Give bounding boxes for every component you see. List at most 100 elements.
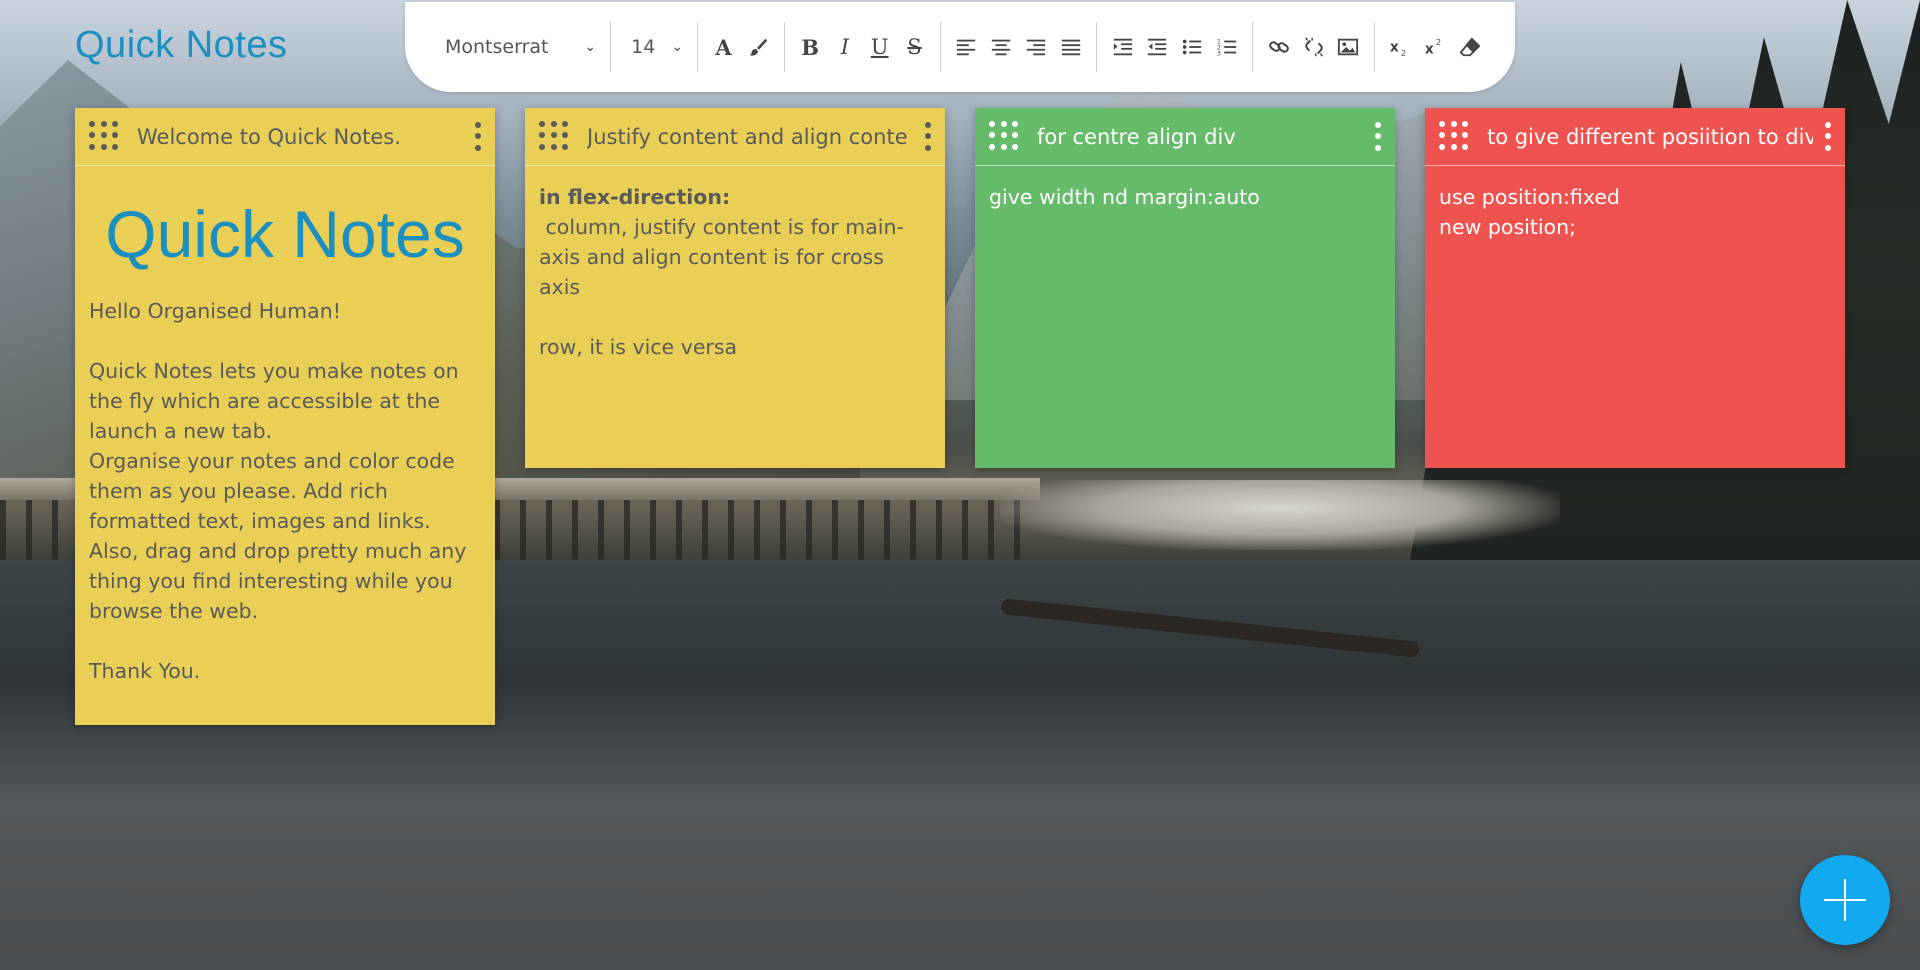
note-title[interactable]: for centre align div [1037, 125, 1363, 149]
align-right-icon [1026, 39, 1046, 56]
align-center-button[interactable] [986, 27, 1017, 67]
more-options-icon[interactable] [469, 120, 487, 154]
image-icon [1338, 38, 1359, 56]
text-color-button[interactable]: A [708, 27, 739, 67]
bullet-list-icon [1182, 39, 1202, 55]
note-body[interactable]: Quick Notes Hello Organised Human! Quick… [75, 166, 495, 700]
toolbar-divider [1373, 22, 1375, 72]
svg-text:2: 2 [1436, 37, 1441, 47]
strikethrough-icon: S [907, 35, 922, 59]
svg-text:x: x [1425, 41, 1434, 57]
note-card-flexbox[interactable]: Justify content and align conte in flex-… [525, 108, 945, 468]
numbered-list-button[interactable]: 123 [1212, 27, 1243, 67]
drag-handle-icon[interactable] [539, 120, 571, 153]
font-family-select[interactable]: Montserrat ⌄ [433, 25, 602, 69]
insert-image-button[interactable] [1333, 27, 1364, 67]
bg-rocks [1000, 480, 1560, 550]
note-title[interactable]: Justify content and align conte [587, 125, 913, 149]
note-paragraph: Also, drag and drop pretty much any thin… [89, 539, 467, 623]
app-title: Quick Notes [75, 24, 288, 66]
chevron-down-icon: ⌄ [671, 39, 684, 55]
superscript-icon: x2 [1425, 37, 1441, 57]
note-line: in flex-direction: [539, 185, 731, 209]
more-options-icon[interactable] [1819, 120, 1837, 154]
toolbar-divider [610, 22, 612, 72]
note-greeting: Hello Organised Human! [89, 299, 341, 323]
italic-button[interactable]: I [829, 27, 860, 67]
link-icon [1268, 41, 1289, 53]
subscript-button[interactable]: x2 [1385, 27, 1416, 67]
svg-text:3: 3 [1217, 49, 1221, 57]
toolbar-divider [1252, 22, 1254, 72]
note-line: column, justify content is for main-axis… [539, 215, 904, 299]
outdent-icon [1148, 38, 1167, 56]
unlink-button[interactable] [1298, 27, 1329, 67]
eraser-icon [1459, 37, 1480, 57]
align-center-icon [991, 39, 1011, 56]
chevron-down-icon: ⌄ [584, 39, 597, 55]
note-header: to give different posiition to div [1425, 108, 1845, 166]
align-justify-button[interactable] [1055, 27, 1086, 67]
toolbar-divider [697, 22, 699, 72]
note-card-position[interactable]: to give different posiition to div use p… [1425, 108, 1845, 468]
font-family-value: Montserrat [445, 36, 549, 58]
paintbrush-icon [750, 38, 768, 56]
bold-icon: B [801, 34, 819, 60]
background-color-button[interactable] [743, 27, 774, 67]
drag-handle-icon[interactable] [89, 120, 121, 153]
note-body[interactable]: give width nd margin:auto [975, 166, 1395, 226]
formatting-toolbar: Montserrat ⌄ 14 ⌄ A B I U S 1 2 3 x 2 x … [405, 2, 1515, 92]
outdent-button[interactable] [1142, 27, 1173, 67]
underline-icon: U [870, 35, 889, 59]
note-body[interactable]: use position:fixed new position; [1425, 166, 1845, 256]
note-signoff: Thank You. [89, 659, 201, 683]
bullet-list-button[interactable] [1177, 27, 1208, 67]
strikethrough-button[interactable]: S [899, 27, 930, 67]
note-card-welcome[interactable]: Welcome to Quick Notes. Quick Notes Hell… [75, 108, 495, 725]
align-left-icon [957, 39, 976, 56]
text-color-icon: A [715, 34, 732, 60]
clear-format-button[interactable] [1454, 27, 1485, 67]
note-paragraph: Quick Notes lets you make notes on the f… [89, 359, 459, 443]
font-size-value: 14 [631, 36, 656, 58]
svg-text:x: x [1390, 40, 1399, 56]
plus-icon [1824, 879, 1866, 921]
note-header: for centre align div [975, 108, 1395, 166]
note-title[interactable]: to give different posiition to div [1487, 125, 1813, 149]
superscript-button[interactable]: x2 [1420, 27, 1451, 67]
align-justify-icon [1061, 39, 1080, 56]
insert-link-button[interactable] [1263, 27, 1294, 67]
note-header: Justify content and align conte [525, 108, 945, 166]
unlink-icon [1304, 37, 1323, 57]
indent-button[interactable] [1107, 27, 1138, 67]
numbered-list-icon: 123 [1217, 37, 1237, 57]
toolbar-divider [783, 22, 785, 72]
note-line: new position; [1439, 215, 1576, 239]
note-body[interactable]: in flex-direction: column, justify conte… [525, 166, 945, 376]
align-left-button[interactable] [951, 27, 982, 67]
bold-button[interactable]: B [795, 27, 826, 67]
more-options-icon[interactable] [919, 120, 937, 154]
svg-text:2: 2 [1401, 48, 1406, 58]
drag-handle-icon[interactable] [1439, 120, 1471, 153]
italic-icon: I [840, 35, 850, 59]
note-title[interactable]: Welcome to Quick Notes. [137, 125, 463, 149]
note-brand-heading: Quick Notes [105, 197, 465, 271]
underline-button[interactable]: U [864, 27, 895, 67]
font-size-select[interactable]: 14 ⌄ [619, 25, 689, 69]
toolbar-divider [1096, 22, 1098, 72]
note-card-centre-align[interactable]: for centre align div give width nd margi… [975, 108, 1395, 468]
note-paragraph: Organise your notes and color code them … [89, 449, 455, 533]
add-note-button[interactable] [1800, 855, 1890, 945]
subscript-icon: x2 [1390, 40, 1406, 58]
more-options-icon[interactable] [1369, 120, 1387, 154]
align-right-button[interactable] [1021, 27, 1052, 67]
note-line: row, it is vice versa [539, 335, 738, 359]
indent-icon [1113, 38, 1132, 56]
toolbar-divider [939, 22, 941, 72]
note-line: give width nd margin:auto [989, 185, 1260, 209]
drag-handle-icon[interactable] [989, 120, 1021, 153]
